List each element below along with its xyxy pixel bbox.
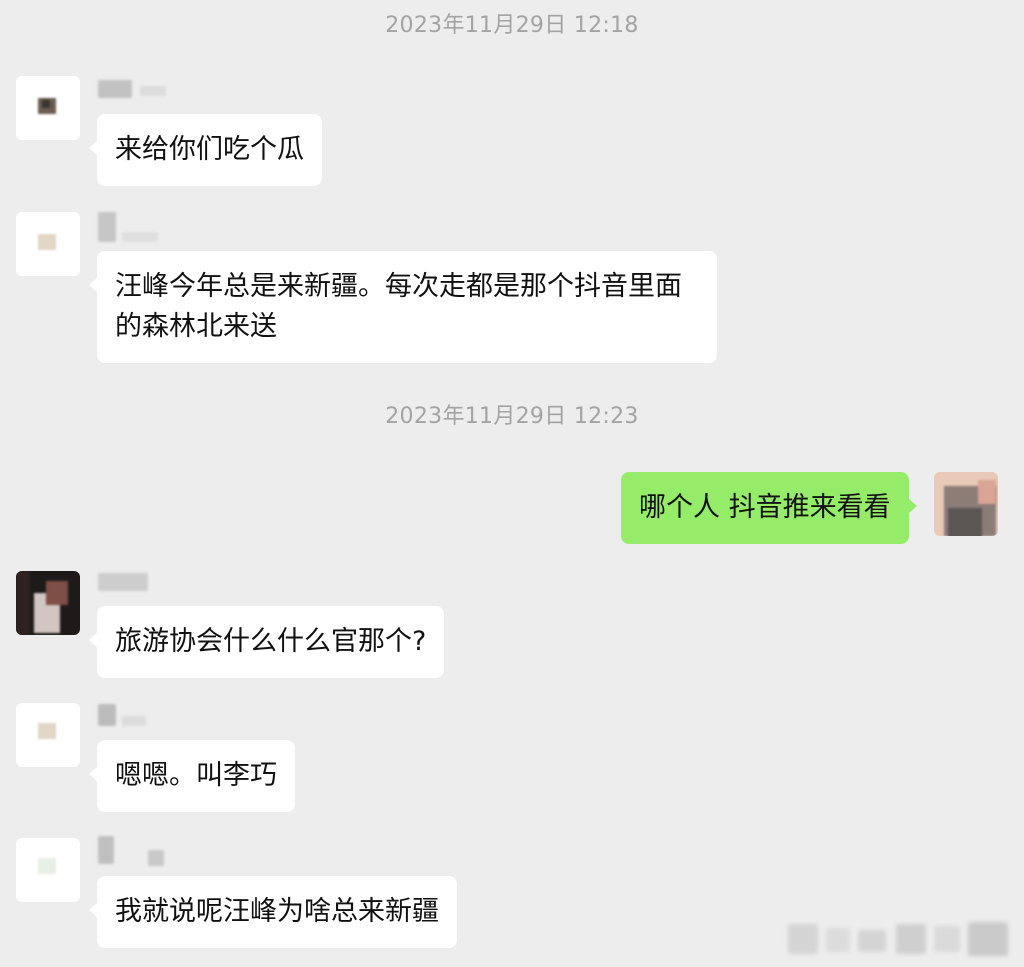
message-bubble[interactable]: 我就说呢汪峰为啥总来新疆 (89, 876, 457, 948)
nickname (122, 232, 158, 242)
message-bubble[interactable]: 旅游协会什么什么官那个? (88, 606, 445, 678)
nickname (98, 836, 114, 864)
avatar[interactable] (16, 838, 80, 902)
nickname (98, 80, 132, 98)
message-bubble[interactable]: 嗯嗯。叫李巧 (89, 740, 295, 812)
timestamp: 2023年11月29日 12:18 (385, 13, 639, 38)
nickname (122, 716, 146, 726)
avatar[interactable] (16, 571, 80, 635)
nickname (98, 573, 148, 591)
avatar[interactable] (16, 212, 80, 276)
nickname (140, 86, 166, 96)
watermark (788, 924, 818, 954)
message-bubble[interactable]: 来给你们吃个瓜 (89, 114, 322, 186)
nickname (98, 704, 116, 726)
watermark (858, 930, 886, 952)
nickname (98, 212, 116, 242)
nickname (148, 850, 164, 866)
avatar[interactable] (934, 472, 998, 536)
message-bubble[interactable]: 汪峰今年总是来新疆。每次走都是那个抖音里面 的森林北来送 (89, 251, 717, 363)
avatar[interactable] (16, 703, 80, 767)
watermark (968, 922, 1008, 956)
avatar[interactable] (16, 76, 80, 140)
watermark (896, 924, 926, 954)
message-bubble[interactable]: 哪个人 抖音推来看看 (621, 472, 917, 544)
watermark (826, 928, 850, 952)
watermark (934, 926, 960, 952)
timestamp: 2023年11月29日 12:23 (385, 404, 639, 429)
